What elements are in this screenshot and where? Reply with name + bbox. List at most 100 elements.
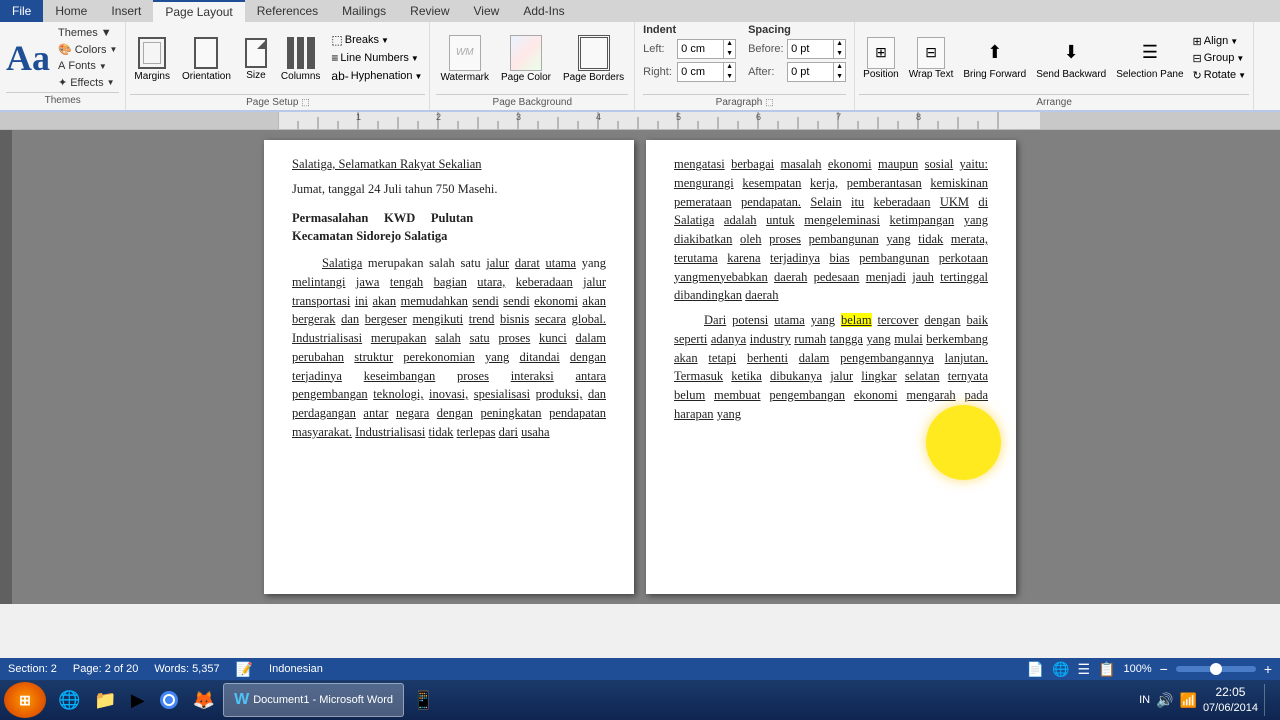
spell-check-icon[interactable]: 📝: [236, 661, 253, 678]
columns-icon: [287, 37, 315, 69]
left-margin-indicator: [0, 130, 12, 604]
tab-review[interactable]: Review: [398, 0, 461, 22]
taskbar-lang: IN: [1139, 694, 1150, 706]
page-color-label: Page Color: [501, 72, 551, 83]
spacing-before-down[interactable]: ▼: [834, 49, 845, 59]
start-button[interactable]: ⊞: [4, 682, 46, 718]
orientation-label: Orientation: [182, 71, 231, 82]
spacing-after-down[interactable]: ▼: [834, 72, 845, 82]
indent-right-up[interactable]: ▲: [724, 62, 735, 72]
page-background-group-label: Page Background: [436, 94, 628, 108]
view-web-icon[interactable]: 🌐: [1052, 661, 1069, 678]
left-page-content: Salatiga, Selamatkan Rakyat Sekalian Jum…: [292, 155, 606, 442]
bring-forward-button[interactable]: ⬆ Bring Forward: [959, 35, 1030, 82]
arrange-group: ⊞ Position ⊟ Wrap Text ⬆ Bring Forward ⬇…: [855, 22, 1254, 110]
svg-text:2: 2: [436, 112, 441, 122]
group-button[interactable]: ⊟ Group▼: [1190, 51, 1250, 66]
zoom-slider[interactable]: [1176, 666, 1256, 672]
group-icon: ⊟: [1193, 52, 1202, 65]
svg-text:3: 3: [516, 112, 521, 122]
page-color-button[interactable]: Page Color: [497, 32, 555, 85]
send-backward-button[interactable]: ⬇ Send Backward: [1032, 35, 1110, 82]
tab-view[interactable]: View: [462, 0, 512, 22]
spacing-before-up[interactable]: ▲: [834, 39, 845, 49]
columns-button[interactable]: Columns: [277, 33, 324, 84]
spacing-before-input[interactable]: [788, 42, 833, 56]
left-page[interactable]: Salatiga, Selamatkan Rakyat Sekalian Jum…: [264, 140, 634, 594]
spacing-before-label: Before:: [748, 43, 783, 55]
taskbar-ie[interactable]: 🌐: [52, 683, 86, 717]
taskbar-media[interactable]: ▶: [125, 683, 151, 717]
taskbar-volume: 📶: [1180, 692, 1197, 709]
taskbar-app[interactable]: 📱: [406, 683, 440, 717]
indent-right-down[interactable]: ▼: [724, 72, 735, 82]
indent-left-input[interactable]: [678, 42, 723, 56]
taskbar-firefox[interactable]: 🦊: [187, 683, 221, 717]
taskbar-chrome[interactable]: [153, 683, 185, 717]
taskbar-explorer[interactable]: 📁: [88, 683, 122, 717]
spacing-after-input[interactable]: [788, 65, 833, 79]
spacing-label: Spacing: [748, 24, 846, 36]
status-bar: Section: 2 Page: 2 of 20 Words: 5,357 📝 …: [0, 658, 1280, 680]
size-button[interactable]: Size: [239, 34, 273, 83]
colors-icon: 🎨: [58, 43, 72, 56]
fonts-icon: A: [58, 60, 65, 72]
rotate-label: Rotate: [1204, 69, 1236, 81]
right-page[interactable]: mengatasi berbagai masalah ekonomi maupu…: [646, 140, 1016, 594]
hyphenation-label: Hyphenation: [351, 70, 413, 82]
zoom-out-button[interactable]: −: [1160, 661, 1168, 677]
show-desktop-button[interactable]: [1264, 684, 1270, 716]
tab-file[interactable]: File: [0, 0, 43, 22]
indent-right-input[interactable]: [678, 65, 723, 79]
send-backward-icon: ⬇: [1057, 37, 1085, 69]
tab-home[interactable]: Home: [43, 0, 99, 22]
orientation-icon: [194, 37, 218, 69]
left-paragraph-1: Salatiga merupakan salah satu jalur dara…: [292, 254, 606, 442]
fonts-button[interactable]: A Fonts▼: [56, 59, 119, 73]
view-outline-icon[interactable]: ☰: [1077, 661, 1090, 678]
page-color-icon: [510, 35, 542, 71]
ruler-svg: 1 2 3 4 5 6 7 8: [278, 112, 1040, 129]
taskbar-word[interactable]: W Document1 - Microsoft Word: [223, 683, 404, 717]
line-numbers-icon: ≡: [331, 51, 338, 65]
spacing-after-up[interactable]: ▲: [834, 62, 845, 72]
position-button[interactable]: ⊞ Position: [859, 35, 903, 82]
zoom-in-button[interactable]: +: [1264, 661, 1272, 677]
orientation-button[interactable]: Orientation: [178, 33, 235, 84]
align-button[interactable]: ⊞ Align▼: [1190, 34, 1250, 49]
themes-label: Themes ▼: [58, 27, 112, 39]
page-borders-button[interactable]: Page Borders: [559, 32, 628, 85]
document-area: Salatiga, Selamatkan Rakyat Sekalian Jum…: [0, 130, 1280, 604]
svg-text:1: 1: [356, 112, 361, 122]
selection-pane-button[interactable]: ☰ Selection Pane: [1112, 35, 1187, 82]
tab-addins[interactable]: Add-Ins: [511, 0, 576, 22]
tab-references[interactable]: References: [245, 0, 330, 22]
indent-left-up[interactable]: ▲: [724, 39, 735, 49]
wrap-text-button[interactable]: ⊟ Wrap Text: [905, 35, 958, 82]
position-label: Position: [863, 69, 899, 80]
rotate-button[interactable]: ↻ Rotate▼: [1190, 68, 1250, 83]
themes-button[interactable]: Themes ▼: [56, 26, 119, 40]
effects-button[interactable]: ✦ Effects▼: [56, 75, 119, 90]
indent-label: Indent: [643, 24, 736, 36]
margins-button[interactable]: Margins: [130, 33, 174, 84]
spacing-after-label: After:: [748, 66, 783, 78]
indent-left-down[interactable]: ▼: [724, 49, 735, 59]
taskbar-clock[interactable]: 22:05 07/06/2014: [1203, 685, 1258, 715]
colors-button[interactable]: 🎨 Colors▼: [56, 42, 119, 57]
watermark-label: Watermark: [440, 72, 489, 83]
tab-mailings[interactable]: Mailings: [330, 0, 398, 22]
view-draft-icon[interactable]: 📋: [1098, 661, 1115, 678]
right-page-content: mengatasi berbagai masalah ekonomi maupu…: [674, 155, 988, 424]
watermark-button[interactable]: WM Watermark: [436, 32, 493, 85]
wrap-text-label: Wrap Text: [909, 69, 954, 80]
view-normal-icon[interactable]: 📄: [1027, 661, 1044, 678]
hyphenation-button[interactable]: ab- Hyphenation▼: [328, 68, 425, 84]
line-numbers-button[interactable]: ≡ Line Numbers▼: [328, 50, 425, 66]
tab-page-layout[interactable]: Page Layout: [153, 0, 244, 22]
right-top-text: mengatasi berbagai masalah ekonomi maupu…: [674, 155, 988, 305]
align-label: Align: [1204, 35, 1228, 47]
position-icon: ⊞: [867, 37, 895, 69]
tab-insert[interactable]: Insert: [99, 0, 153, 22]
breaks-button[interactable]: ⬚ Breaks▼: [328, 32, 425, 48]
